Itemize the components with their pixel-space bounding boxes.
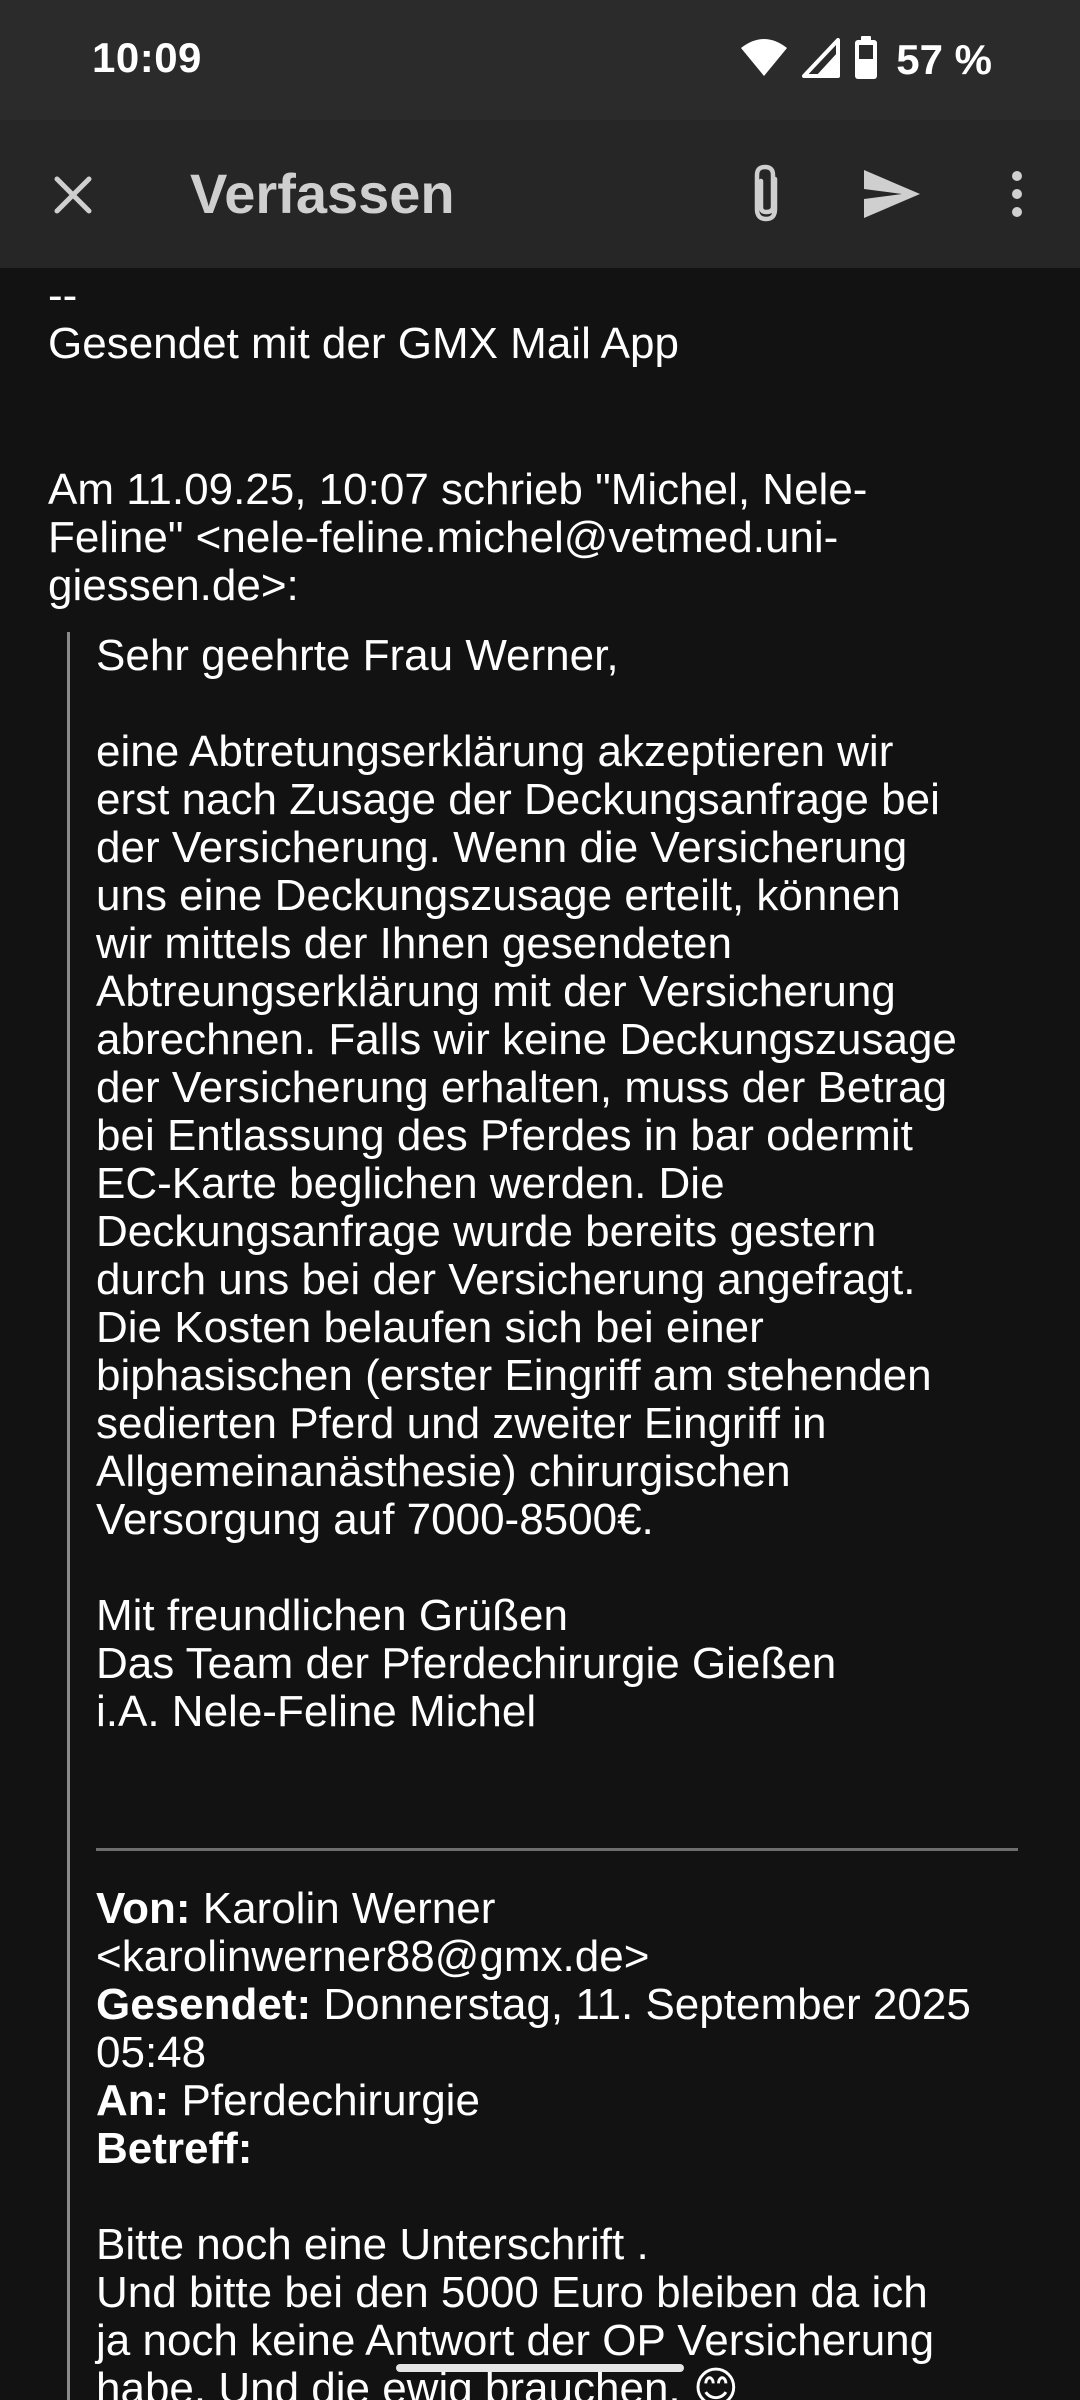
- quoted-line: der Versicherung erhalten, muss der Betr…: [96, 1063, 948, 1112]
- signature-separator: --: [48, 271, 78, 320]
- quoted-line: EC-Karte beglichen werden. Die: [96, 1159, 725, 1208]
- meta-from-email: <karolinwerner88@gmx.de>: [96, 1932, 650, 1981]
- meta-sent-value: Donnerstag, 11. September 2025: [323, 1980, 971, 2029]
- send-icon[interactable]: [858, 162, 926, 226]
- quote-header-line: giessen.de>:: [48, 561, 299, 610]
- status-time: 10:09: [92, 34, 202, 81]
- gesture-nav-bar[interactable]: [396, 2364, 684, 2372]
- quoted-line: durch uns bei der Versicherung angefragt…: [96, 1255, 916, 1304]
- battery-percent: 57 %: [896, 36, 992, 83]
- original-meta: Von: Karolin Werner <karolinwerner88@gmx…: [96, 1885, 1056, 2173]
- meta-to: An: Pferdechirurgie: [96, 2077, 1056, 2125]
- quoted-line: abrechnen. Falls wir keine Deckungszusag…: [96, 1015, 957, 1064]
- meta-subject: Betreff:: [96, 2125, 1056, 2173]
- original-line: ja noch keine Antwort der OP Versicherun…: [96, 2316, 935, 2365]
- quote-header: Am 11.09.25, 10:07 schrieb "Michel, Nele…: [48, 466, 1048, 610]
- quoted-line: der Versicherung. Wenn die Versicherung: [96, 823, 908, 872]
- status-icons: 57 %: [740, 34, 992, 86]
- signature-text: Gesendet mit der GMX Mail App: [48, 319, 679, 368]
- quoted-closing-line: Mit freundlichen Grüßen: [96, 1591, 568, 1640]
- original-line: Und bitte bei den 5000 Euro bleiben da i…: [96, 2268, 928, 2317]
- quoted-line: Deckungsanfrage wurde bereits gestern: [96, 1207, 877, 1256]
- more-vert-icon[interactable]: [1000, 164, 1034, 224]
- message-divider: [96, 1848, 1018, 1851]
- quoted-message: Sehr geehrte Frau Werner, eine Abtretung…: [96, 632, 1056, 2400]
- quoted-closing-line: i.A. Nele-Feline Michel: [96, 1687, 537, 1736]
- quoted-line: Abtreungserklärung mit der Versicherung: [96, 967, 896, 1016]
- quote-indicator: [67, 632, 70, 2400]
- meta-to-value: Pferdechirurgie: [181, 2076, 480, 2125]
- wifi-icon: [740, 38, 788, 83]
- quoted-line: erst nach Zusage der Deckungsanfrage bei: [96, 775, 940, 824]
- attachment-icon[interactable]: [736, 158, 796, 230]
- close-icon[interactable]: [40, 162, 106, 228]
- battery-icon: [854, 35, 878, 85]
- quoted-line: Allgemeinanästhesie) chirurgischen: [96, 1447, 791, 1496]
- quoted-line: biphasischen (erster Eingriff am stehend…: [96, 1351, 932, 1400]
- quoted-line: bei Entlassung des Pferdes in bar odermi…: [96, 1111, 913, 1160]
- meta-sent: Gesendet: Donnerstag, 11. September 2025: [96, 1981, 1056, 2029]
- page-title: Verfassen: [190, 162, 455, 225]
- meta-sent-label: Gesendet:: [96, 1980, 312, 2029]
- meta-to-label: An:: [96, 2076, 170, 2125]
- meta-from: Von: Karolin Werner: [96, 1885, 1056, 1933]
- quoted-line: sedierten Pferd und zweiter Eingriff in: [96, 1399, 827, 1448]
- meta-from-label: Von:: [96, 1884, 191, 1933]
- meta-from-value: Karolin Werner: [202, 1884, 496, 1933]
- original-line: Bitte noch eine Unterschrift .: [96, 2220, 649, 2269]
- quoted-greeting: Sehr geehrte Frau Werner,: [96, 631, 619, 680]
- meta-subject-label: Betreff:: [96, 2124, 253, 2173]
- quoted-line: Versorgung auf 7000-8500€.: [96, 1495, 654, 1544]
- quoted-closing-line: Das Team der Pferdechirurgie Gießen: [96, 1639, 837, 1688]
- app-bar: Verfassen: [0, 120, 1080, 268]
- quote-header-line: Am 11.09.25, 10:07 schrieb "Michel, Nele…: [48, 465, 868, 514]
- quoted-line: Die Kosten belaufen sich bei einer: [96, 1303, 764, 1352]
- quote-header-line: Feline" <nele-feline.michel@vetmed.uni-: [48, 513, 839, 562]
- quoted-line: eine Abtretungserklärung akzeptieren wir: [96, 727, 894, 776]
- quoted-line: wir mittels der Ihnen gesendeten: [96, 919, 732, 968]
- meta-sent-time: 05:48: [96, 2028, 207, 2077]
- status-bar: 10:09 57 %: [0, 0, 1080, 120]
- cell-signal-icon: [802, 37, 841, 83]
- compose-body[interactable]: -- Gesendet mit der GMX Mail App Am 11.0…: [0, 268, 1080, 2400]
- quoted-line: uns eine Deckungszusage erteilt, können: [96, 871, 901, 920]
